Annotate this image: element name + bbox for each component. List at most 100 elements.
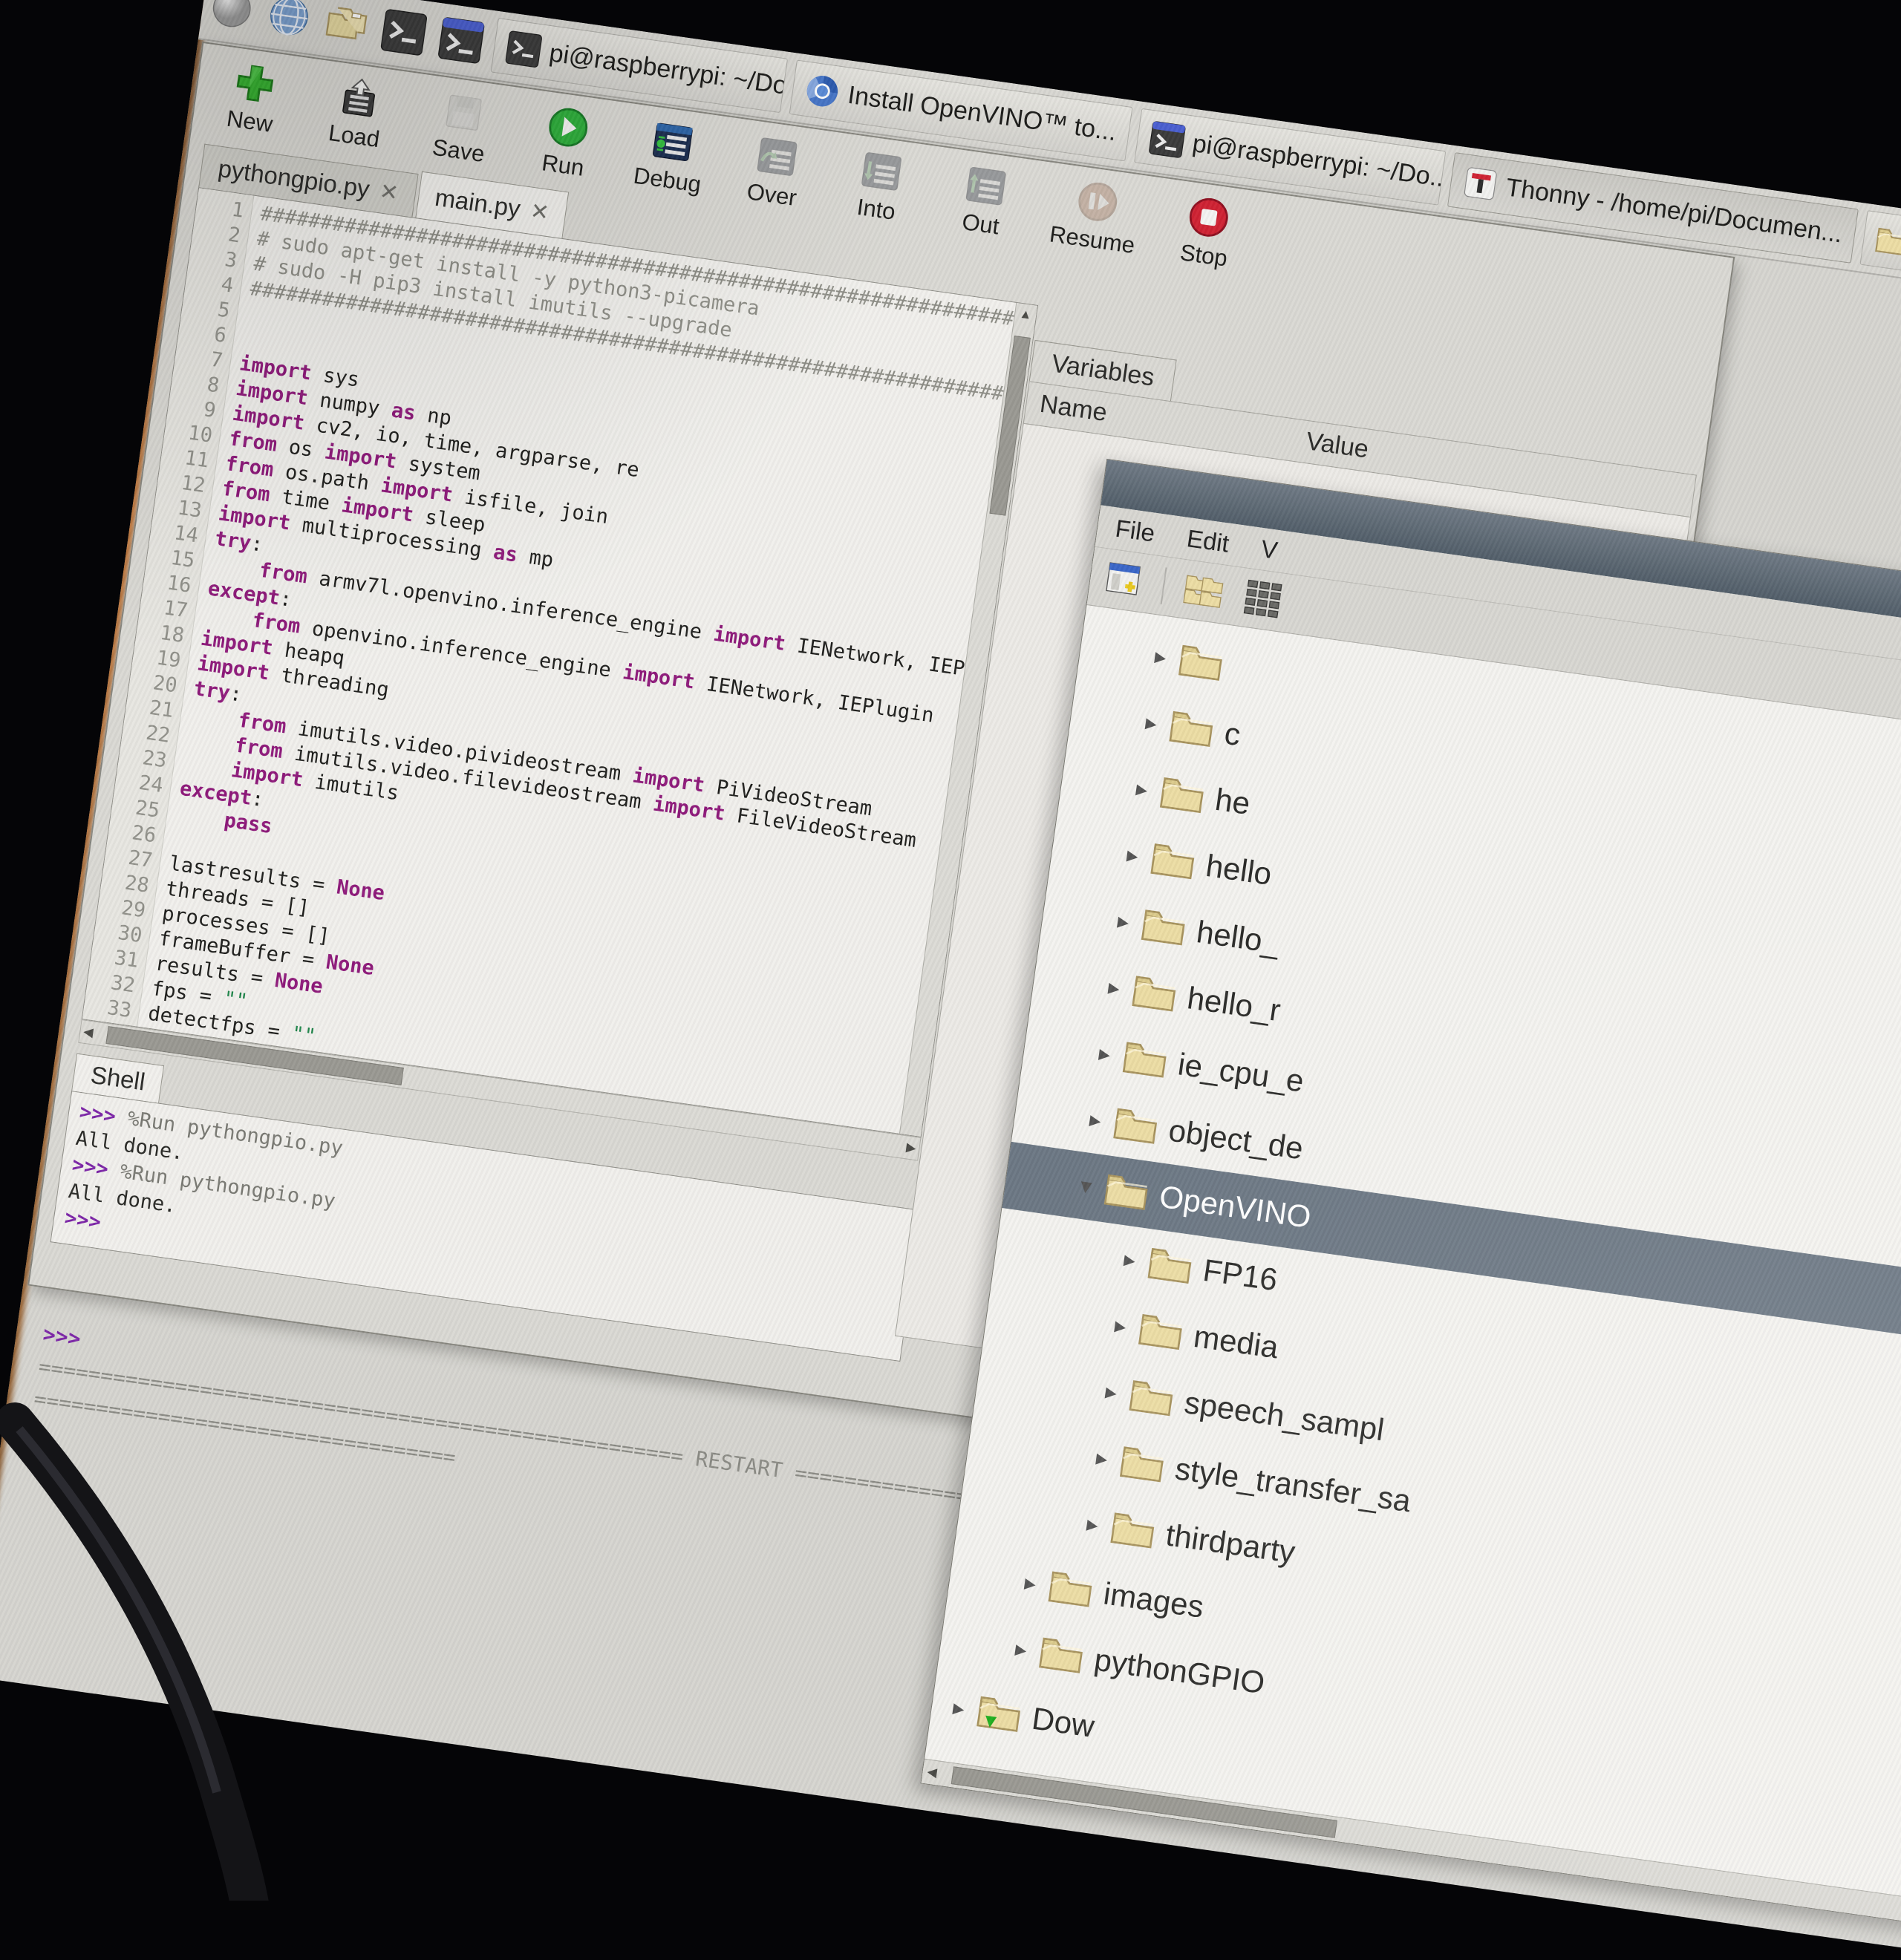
toolbar-button-label: New xyxy=(225,105,274,138)
tree-item-label: hello_ xyxy=(1194,914,1282,961)
chevron-right-icon[interactable]: ▸ xyxy=(1075,1509,1110,1540)
out-button[interactable]: Out xyxy=(943,160,1024,242)
toolbar-button-label: Resume xyxy=(1048,220,1136,259)
menu-file[interactable]: File xyxy=(1114,514,1157,548)
thonny-icon xyxy=(1461,164,1499,203)
launcher-web-browser-icon[interactable] xyxy=(261,0,317,44)
stop-button[interactable]: Stop xyxy=(1167,192,1248,273)
folder-icon xyxy=(1177,642,1225,682)
tree-item-label: c xyxy=(1222,716,1242,753)
folder-icon xyxy=(1121,1039,1169,1079)
debug-icon xyxy=(649,119,696,166)
launcher-terminal-icon[interactable] xyxy=(376,4,432,60)
toolbar-button-label: Run xyxy=(540,149,585,182)
over-button[interactable]: Over xyxy=(734,131,815,213)
toolbar-button-label: Into xyxy=(855,194,897,226)
close-icon[interactable]: ✕ xyxy=(378,178,400,206)
stop-icon xyxy=(1186,194,1233,241)
tree-item-label: ie_cpu_e xyxy=(1176,1046,1306,1099)
fm-folders-icon[interactable] xyxy=(1181,567,1227,616)
folder-icon xyxy=(1150,841,1197,881)
fm-new-icon[interactable] xyxy=(1101,556,1147,605)
load-icon xyxy=(336,74,382,121)
tree-item-label: hello_r xyxy=(1185,980,1283,1028)
folder-icon xyxy=(1168,708,1216,748)
taskbar-window-title: pi@raspberrypi: ~/Do... xyxy=(1190,129,1446,194)
chevron-down-icon[interactable]: ▾ xyxy=(1068,1171,1103,1201)
chevron-right-icon[interactable]: ▸ xyxy=(1077,1105,1113,1135)
folder-icon xyxy=(1118,1444,1166,1484)
tree-item-label: thirdparty xyxy=(1164,1517,1297,1570)
scroll-right-icon[interactable]: ▶ xyxy=(904,1136,917,1160)
save-icon xyxy=(440,89,487,136)
toolbar-button-label: Save xyxy=(431,134,486,168)
menu-edit[interactable]: Edit xyxy=(1185,524,1231,558)
fm-grid-icon[interactable] xyxy=(1239,575,1285,624)
launcher-file-manager-icon[interactable] xyxy=(319,0,374,52)
chevron-right-icon[interactable]: ▸ xyxy=(1103,1310,1138,1341)
chevron-right-icon[interactable]: ▸ xyxy=(1096,973,1132,1003)
terminal-blue-icon xyxy=(1148,120,1187,159)
chevron-right-icon[interactable]: ▸ xyxy=(1112,1244,1147,1275)
scroll-up-icon[interactable]: ▲ xyxy=(1014,303,1037,327)
chevron-right-icon[interactable]: ▸ xyxy=(1124,774,1160,804)
monitor-screen: pi@raspberrypi: ~/Do... Install OpenVINO™… xyxy=(0,0,1901,1960)
load-button[interactable]: Load xyxy=(317,73,398,154)
debug-button[interactable]: Debug xyxy=(630,117,711,198)
scroll-left-icon[interactable]: ◀ xyxy=(926,1760,939,1786)
run-icon xyxy=(545,104,592,151)
tree-item-label: Dow xyxy=(1030,1701,1097,1745)
folder-icon xyxy=(1109,1510,1157,1550)
chevron-right-icon[interactable]: ▸ xyxy=(1133,708,1169,738)
launcher-ball-icon[interactable] xyxy=(204,0,260,36)
toolbar-separator xyxy=(1161,567,1167,604)
new-icon xyxy=(232,60,278,107)
save-button[interactable]: Save xyxy=(421,87,502,169)
chevron-right-icon[interactable]: ▸ xyxy=(1012,1568,1048,1598)
folder-icon xyxy=(1112,1105,1160,1146)
shell-prompt: >>> xyxy=(42,1322,94,1353)
variables-name-header[interactable]: Name xyxy=(1038,390,1109,428)
tab-label: main.py xyxy=(433,183,522,223)
folder-icon xyxy=(1137,1312,1184,1352)
variables-value-header[interactable]: Value xyxy=(1304,427,1370,464)
folder-icon xyxy=(1103,1172,1150,1212)
chevron-right-icon[interactable]: ▸ xyxy=(1143,641,1178,672)
folder-icon: ▼ xyxy=(976,1693,1023,1734)
chevron-right-icon[interactable]: ▸ xyxy=(1105,906,1141,937)
download-arrow-icon: ▼ xyxy=(979,1708,1002,1734)
folder-icon xyxy=(1147,1246,1194,1286)
tree-item-label: object_de xyxy=(1167,1113,1305,1167)
toolbar-button-label: Load xyxy=(327,120,381,153)
chevron-right-icon[interactable]: ▸ xyxy=(1086,1039,1122,1069)
scroll-left-icon[interactable]: ◀ xyxy=(82,1021,94,1045)
code-editor[interactable]: 1234567891011121314151617181920212223242… xyxy=(82,187,1038,1137)
toolbar-button-label: Over xyxy=(746,178,799,212)
menu-v[interactable]: V xyxy=(1259,535,1279,565)
into-button[interactable]: Into xyxy=(839,146,920,227)
new-button[interactable]: New xyxy=(212,58,293,140)
chevron-right-icon[interactable]: ▸ xyxy=(1084,1443,1120,1474)
close-icon[interactable]: ✕ xyxy=(529,197,551,226)
tree-item-label: pythonGPIO xyxy=(1092,1642,1268,1702)
chevron-right-icon[interactable]: ▸ xyxy=(1093,1377,1129,1408)
chevron-right-icon[interactable]: ▸ xyxy=(1003,1634,1039,1665)
tree-item-label: media xyxy=(1192,1319,1281,1365)
taskbar-window-title: Install OpenVINO™ to... xyxy=(846,80,1118,146)
toolbar-button-label: Stop xyxy=(1178,239,1229,272)
folder-icon xyxy=(1037,1635,1085,1675)
run-button[interactable]: Run xyxy=(526,102,607,183)
chromium-icon xyxy=(803,72,841,111)
code-text[interactable]: ########################################… xyxy=(137,196,1016,1134)
tree-item-label: FP16 xyxy=(1201,1252,1279,1298)
resume-icon xyxy=(1074,178,1121,225)
chevron-right-icon[interactable]: ▸ xyxy=(1115,840,1150,871)
launcher-terminal-blue-icon[interactable] xyxy=(434,13,489,68)
folder-icon xyxy=(1131,973,1178,1013)
folder-icon xyxy=(1874,222,1901,261)
out-icon xyxy=(962,163,1009,209)
taskbar-window-button[interactable] xyxy=(1860,210,1901,274)
chevron-right-icon[interactable]: ▸ xyxy=(941,1693,976,1723)
tree-item-label: hello xyxy=(1204,848,1274,892)
resume-button[interactable]: Resume xyxy=(1048,175,1143,259)
